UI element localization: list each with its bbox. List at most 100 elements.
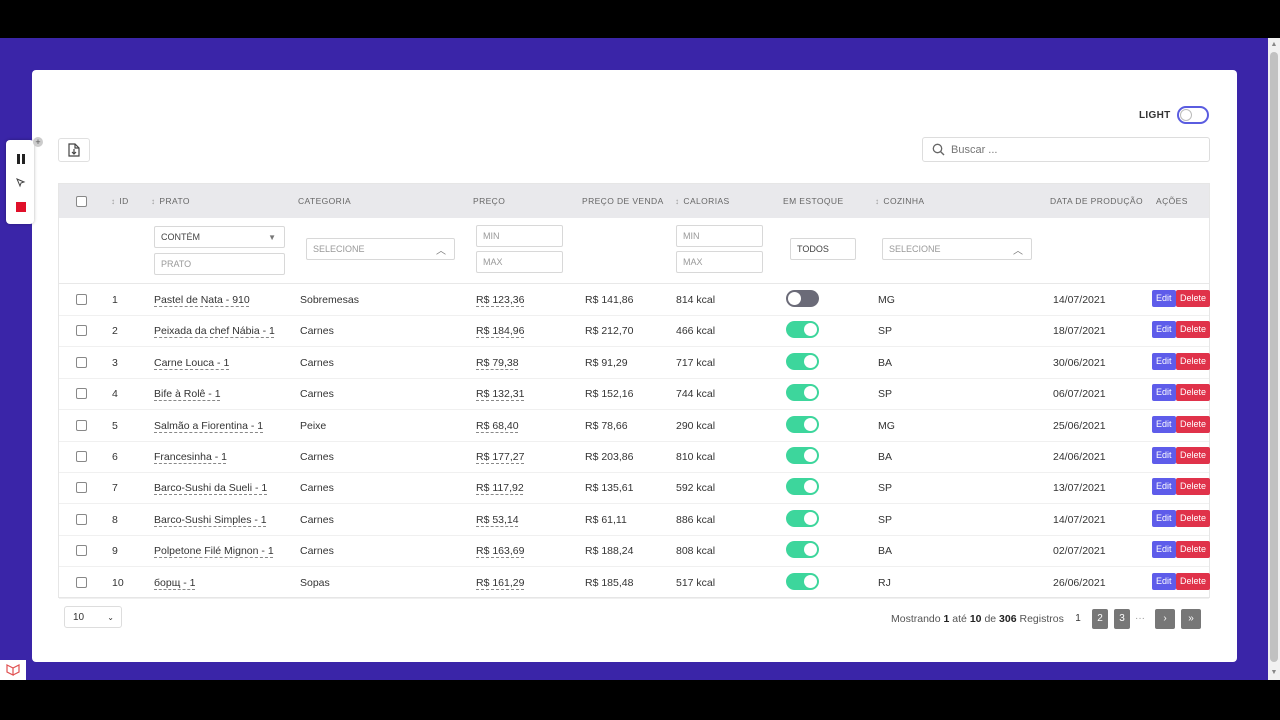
cell-preco[interactable]: R$ 79,38 bbox=[476, 357, 519, 369]
stock-toggle[interactable] bbox=[786, 541, 819, 559]
col-id[interactable]: ↕ ID bbox=[111, 196, 129, 206]
edit-button[interactable]: Edit bbox=[1152, 321, 1176, 339]
edit-button[interactable]: Edit bbox=[1152, 415, 1176, 433]
cell-prato[interactable]: борщ - 1 bbox=[154, 577, 196, 589]
edit-button[interactable]: Edit bbox=[1152, 384, 1176, 402]
theme-switch[interactable] bbox=[1176, 106, 1209, 124]
cell-prato[interactable]: Bife à Rolê - 1 bbox=[154, 388, 221, 400]
row-checkbox[interactable] bbox=[76, 388, 87, 400]
row-checkbox[interactable] bbox=[76, 325, 87, 337]
delete-button[interactable]: Delete bbox=[1176, 415, 1211, 433]
preco-max-input[interactable]: MAX bbox=[476, 251, 563, 273]
cell-preco[interactable]: R$ 184,96 bbox=[476, 325, 524, 337]
categoria-filter-select[interactable]: SELECIONE ︿ bbox=[306, 238, 455, 260]
cell-cozinha: RJ bbox=[878, 576, 891, 589]
cell-preco[interactable]: R$ 117,92 bbox=[476, 482, 524, 494]
cell-prato[interactable]: Francesinha - 1 bbox=[154, 451, 227, 463]
delete-button[interactable]: Delete bbox=[1176, 541, 1211, 559]
cell-categoria: Sopas bbox=[300, 576, 330, 589]
cell-preco[interactable]: R$ 161,29 bbox=[476, 577, 524, 589]
cell-prato[interactable]: Carne Louca - 1 bbox=[154, 357, 229, 369]
cell-data: 30/06/2021 bbox=[1053, 356, 1106, 369]
cell-prato[interactable]: Peixada da chef Nábia - 1 bbox=[154, 325, 275, 337]
delete-button[interactable]: Delete bbox=[1176, 321, 1211, 339]
stock-toggle[interactable] bbox=[786, 415, 819, 433]
cozinha-filter-select[interactable]: SELECIONE ︿ bbox=[882, 238, 1032, 260]
edit-button[interactable]: Edit bbox=[1152, 290, 1176, 307]
page-size-select[interactable]: 10 ⌄ bbox=[64, 606, 122, 628]
cell-preco[interactable]: R$ 123,36 bbox=[476, 294, 524, 306]
stop-icon[interactable] bbox=[16, 202, 26, 212]
stock-toggle[interactable] bbox=[786, 509, 819, 527]
col-calorias[interactable]: ↕ CALORIAS bbox=[675, 196, 730, 206]
row-checkbox[interactable] bbox=[76, 294, 87, 305]
prato-filter-mode[interactable]: CONTÉM ▼ bbox=[154, 226, 285, 248]
delete-button[interactable]: Delete bbox=[1176, 572, 1211, 590]
cell-prato[interactable]: Pastel de Nata - 910 bbox=[154, 294, 250, 306]
scroll-up-icon[interactable]: ▲ bbox=[1270, 40, 1278, 50]
preco-min-input[interactable]: MIN bbox=[476, 225, 563, 247]
delete-button[interactable]: Delete bbox=[1176, 290, 1211, 307]
cell-prato[interactable]: Polpetone Filé Mignon - 1 bbox=[154, 545, 274, 557]
edit-button[interactable]: Edit bbox=[1152, 572, 1176, 590]
edit-button[interactable]: Edit bbox=[1152, 541, 1176, 559]
row-checkbox[interactable] bbox=[76, 576, 87, 588]
edit-button[interactable]: Edit bbox=[1152, 478, 1176, 496]
stock-toggle[interactable] bbox=[786, 290, 819, 307]
cell-cozinha: BA bbox=[878, 545, 893, 558]
stock-toggle[interactable] bbox=[786, 384, 819, 402]
recorder-add-icon[interactable]: + bbox=[33, 137, 43, 147]
row-checkbox[interactable] bbox=[76, 356, 87, 368]
row-checkbox[interactable] bbox=[76, 513, 87, 525]
row-checkbox[interactable] bbox=[76, 451, 87, 462]
col-prato[interactable]: ↕ PRATO bbox=[151, 196, 190, 206]
stock-toggle[interactable] bbox=[786, 447, 819, 464]
cell-prato[interactable]: Barco-Sushi da Sueli - 1 bbox=[154, 482, 267, 494]
cell-data: 25/06/2021 bbox=[1053, 419, 1106, 432]
row-checkbox[interactable] bbox=[76, 545, 87, 557]
last-page-button[interactable]: » bbox=[1181, 609, 1201, 629]
select-all-checkbox[interactable] bbox=[76, 196, 87, 207]
delete-button[interactable]: Delete bbox=[1176, 384, 1211, 402]
stock-toggle[interactable] bbox=[786, 572, 819, 590]
edit-button[interactable]: Edit bbox=[1152, 447, 1176, 464]
scrollbar-thumb[interactable] bbox=[1270, 52, 1278, 662]
chevron-up-icon: ︿ bbox=[1013, 245, 1023, 257]
edit-button[interactable]: Edit bbox=[1152, 509, 1176, 527]
page-2-button[interactable]: 2 bbox=[1092, 609, 1108, 629]
edit-button[interactable]: Edit bbox=[1152, 352, 1176, 370]
pause-icon[interactable] bbox=[16, 154, 26, 164]
cell-preco[interactable]: R$ 132,31 bbox=[476, 388, 524, 400]
calorias-max-input[interactable]: MAX bbox=[676, 251, 763, 273]
estoque-filter[interactable]: TODOS bbox=[790, 238, 856, 260]
search-box[interactable] bbox=[922, 137, 1210, 162]
stock-toggle[interactable] bbox=[786, 478, 819, 496]
cell-preco[interactable]: R$ 53,14 bbox=[476, 514, 519, 526]
export-button[interactable] bbox=[58, 138, 90, 162]
next-page-button[interactable]: › bbox=[1155, 609, 1175, 629]
cell-preco[interactable]: R$ 163,69 bbox=[476, 545, 524, 557]
calorias-min-input[interactable]: MIN bbox=[676, 225, 763, 247]
delete-button[interactable]: Delete bbox=[1176, 352, 1211, 370]
cell-prato[interactable]: Salmão a Fiorentina - 1 bbox=[154, 420, 263, 432]
page-3-button[interactable]: 3 bbox=[1114, 609, 1130, 629]
theme-toggle[interactable]: LIGHT bbox=[1139, 106, 1209, 124]
col-cozinha[interactable]: ↕ COZINHA bbox=[875, 196, 924, 206]
page-1-button[interactable]: 1 bbox=[1070, 609, 1086, 629]
cell-preco[interactable]: R$ 68,40 bbox=[476, 420, 519, 432]
stock-toggle[interactable] bbox=[786, 352, 819, 370]
scrollbar[interactable]: ▲ ▼ bbox=[1268, 38, 1280, 680]
delete-button[interactable]: Delete bbox=[1176, 447, 1211, 464]
cell-prato[interactable]: Barco-Sushi Simples - 1 bbox=[154, 514, 267, 526]
delete-button[interactable]: Delete bbox=[1176, 478, 1211, 496]
cursor-icon[interactable] bbox=[16, 178, 26, 188]
scroll-down-icon[interactable]: ▼ bbox=[1270, 668, 1278, 678]
row-checkbox[interactable] bbox=[76, 419, 87, 431]
table-row: 6 Francesinha - 1 Carnes R$ 177,27 R$ 203,86… bbox=[59, 441, 1211, 473]
delete-button[interactable]: Delete bbox=[1176, 509, 1211, 527]
stock-toggle[interactable] bbox=[786, 321, 819, 339]
prato-filter-input[interactable]: PRATO bbox=[154, 253, 285, 275]
cell-preco[interactable]: R$ 177,27 bbox=[476, 451, 524, 463]
row-checkbox[interactable] bbox=[76, 482, 87, 494]
search-input[interactable] bbox=[949, 142, 1193, 157]
